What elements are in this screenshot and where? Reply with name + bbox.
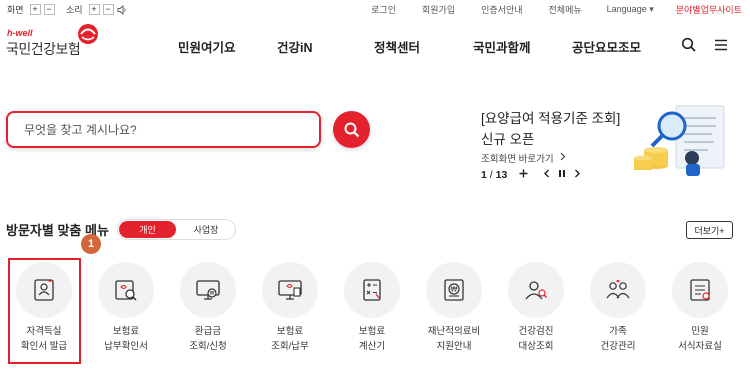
menu-icon-circle: ₩ [426,262,482,318]
search-button[interactable] [333,111,370,148]
nav-item-health-in[interactable]: 건강iN [277,37,313,56]
login-link[interactable]: 로그인 [358,3,409,16]
monitor-refund-icon: ₩ [196,280,220,300]
notice-title[interactable]: [요양급여 적용기준 조회] [481,107,620,127]
menu-item-refund-inquiry[interactable]: ₩ 환급금 조회/신청 [178,262,242,388]
menu-item-label: 환급금 조회/신청 [189,326,227,352]
notice-link[interactable]: 조회화면 바로가기 [481,151,566,165]
language-label: Language [606,4,647,14]
nav-item-about-corporation[interactable]: 공단요모조모 [572,37,641,56]
nav-item-policy-center[interactable]: 정책센터 [374,37,420,56]
person-search-icon [525,281,547,300]
menu-item-label: 재난적의료비 지원안내 [427,326,481,352]
menu-icon-circle [98,262,154,318]
prev-arrow-icon[interactable] [543,169,550,181]
tab-personal[interactable]: 개인 [119,221,176,238]
menu-item-premium-calculator[interactable]: 보험료 계산기 [342,262,406,388]
utility-bar: 화면 + − 소리 + − 로그인 회원가입 인증서안내 전체메뉴 Langua… [0,0,750,18]
menu-item-label: 보험료 납부확인서 [104,326,148,352]
search-icon [344,122,359,137]
pause-icon[interactable] [558,169,566,181]
certificate-guide-link[interactable]: 인증서안내 [468,3,535,16]
more-button[interactable]: 더보기+ [686,221,733,239]
calculator-icon [363,279,381,301]
banner-pager: 1 / 13 [481,169,581,181]
document-search-icon [115,280,137,301]
svg-text:₩: ₩ [451,286,458,294]
speaker-icon[interactable] [117,4,128,15]
svg-text:₩: ₩ [210,291,215,297]
page-total: 13 [495,169,508,181]
business-site-link[interactable]: 분야별업무사이트 [666,3,742,16]
menu-item-label: 보험료 계산기 [358,326,386,352]
sound-label: 소리 [66,5,83,15]
main-search-box [6,111,321,148]
hamburger-menu-icon[interactable] [713,37,729,53]
form-document-icon [690,279,710,301]
zoom-out-button[interactable]: − [43,4,55,15]
magnifier-document-illustration [634,105,725,176]
menu-item-catastrophic-medical-support[interactable]: ₩ 재난적의료비 지원안내 [424,262,488,388]
next-arrow-icon[interactable] [574,169,581,181]
nav-item-with-people[interactable]: 국민과함께 [473,37,531,56]
menu-icon-circle [508,262,564,318]
menu-item-health-checkup-inquiry[interactable]: 건강검진 대상조회 [506,262,570,388]
screen-zoom-control: 화면 + − [7,3,55,16]
menu-item-label: 민원 서식자료실 [678,326,722,352]
main-navigation: 민원여기요 건강iN 정책센터 국민과함께 공단요모조모 [0,37,750,57]
plus-icon[interactable] [519,169,528,181]
chevron-right-icon [560,152,566,164]
volume-down-button[interactable]: − [102,4,114,15]
document-won-icon: ₩ [444,279,464,301]
search-icon[interactable] [681,37,697,53]
screen-zoom-label: 화면 [7,5,24,15]
language-select[interactable]: Language ▾ [595,4,666,15]
menu-icon-circle: ₩ [180,262,236,318]
caret-down-icon: ▾ [649,4,654,14]
search-input[interactable] [24,121,304,139]
tab-business[interactable]: 사업장 [178,221,234,238]
visitor-type-toggle: 개인 사업장 [117,219,236,240]
menu-item-label: 보험료 조회/납부 [271,326,309,352]
menu-item-label: 자격득실 확인서 발급 [20,326,68,352]
family-icon [606,280,630,299]
sound-control: 소리 + − [66,3,128,16]
utility-links: 로그인 회원가입 인증서안내 전체메뉴 Language ▾ 분야별업무사이트 [358,3,742,16]
menu-item-label: 가족 건강관리 [600,326,636,352]
step-badge: 1 [81,234,101,254]
monitor-payment-icon [278,280,302,300]
id-card-icon [34,279,54,301]
volume-up-button[interactable]: + [88,4,100,15]
all-menu-link[interactable]: 전체메뉴 [536,3,595,16]
menu-item-family-health[interactable]: 가족 건강관리 [588,262,652,388]
menu-icon-circle [16,262,72,318]
menu-item-label: 건강검진 대상조회 [518,326,554,352]
nav-item-civil-service[interactable]: 민원여기요 [178,37,236,56]
menu-item-eligibility-certificate[interactable]: 자격득실 확인서 발급 [14,262,78,388]
menu-item-premium-payment[interactable]: 보험료 조회/납부 [260,262,324,388]
menu-icon-circle [590,262,646,318]
signup-link[interactable]: 회원가입 [409,3,468,16]
zoom-in-button[interactable]: + [29,4,41,15]
notice-link-label: 조회화면 바로가기 [481,154,554,165]
page-separator: / [486,169,496,181]
menu-item-premium-payment-certificate[interactable]: 보험료 납부확인서 [96,262,160,388]
menu-icon-circle [262,262,318,318]
menu-icon-circle [344,262,400,318]
menu-icon-circle [672,262,728,318]
notice-subtitle: 신규 오픈 [481,132,535,147]
menu-item-civil-forms[interactable]: 민원 서식자료실 [670,262,734,388]
